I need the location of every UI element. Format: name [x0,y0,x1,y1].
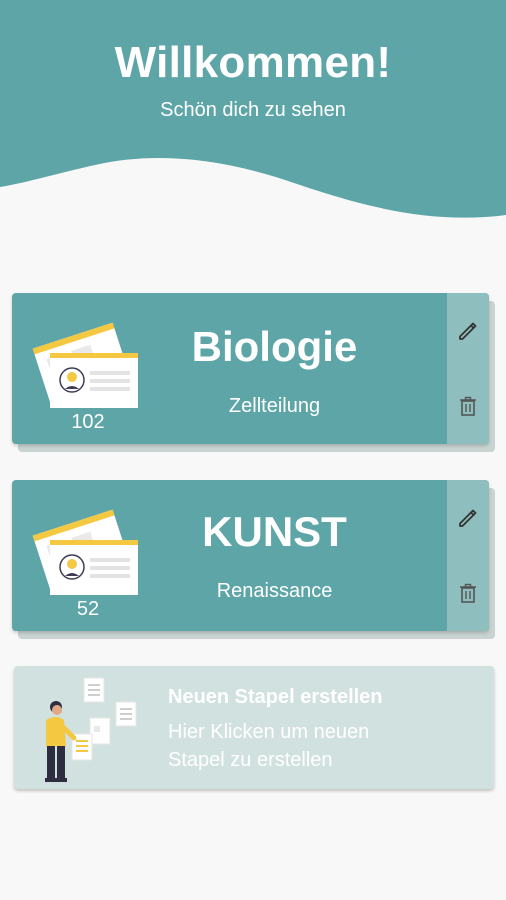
new-deck-button[interactable]: Neuen Stapel erstellen Hier Klicken um n… [14,666,494,789]
deck-card-body[interactable]: 52 KUNST Renaissance [12,480,489,631]
deck-card-count: 52 [76,598,100,620]
new-deck-title: Neuen Stapel erstellen [168,686,383,708]
pencil-icon[interactable] [456,319,480,343]
deck-card-biologie: 102 Biologie Zellteilung [12,293,495,452]
deck-actions-panel [447,293,489,444]
person-with-cards-illustration [45,677,137,782]
deck-card-count: 102 [71,411,105,433]
flashcards-illustration [32,509,138,595]
deck-card-body[interactable]: 102 Biologie Zellteilung [12,293,489,444]
pencil-icon[interactable] [456,506,480,530]
flashcards-illustration [32,322,138,408]
new-deck-description: Hier Klicken um neuen Stapel zu erstelle… [168,721,370,771]
deck-topic: Renaissance [216,580,333,602]
deck-title: Biologie [191,323,358,370]
deck-card-kunst: 52 KUNST Renaissance [12,480,495,639]
page-title: Willkommen! [114,38,392,87]
page-subtitle: Schön dich zu sehen [160,99,346,121]
trash-icon[interactable] [456,394,480,418]
deck-title: KUNST [202,508,347,555]
trash-icon[interactable] [456,581,480,605]
deck-topic: Zellteilung [228,395,321,417]
deck-actions-panel [447,480,489,631]
